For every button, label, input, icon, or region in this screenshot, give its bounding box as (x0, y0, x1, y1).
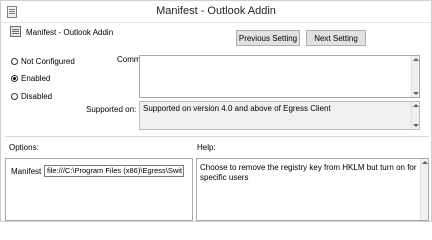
help-panel: Choose to remove the registry key from H… (196, 158, 429, 221)
scroll-up-arrow-icon[interactable] (413, 104, 419, 107)
window-title: Manifest - Outlook Addin (156, 5, 276, 17)
setting-icon (10, 26, 21, 37)
comment-textarea[interactable] (139, 55, 420, 98)
manifest-path-input[interactable]: file:///C:\Program Files (x86)\Egress\Sw… (44, 165, 184, 177)
help-text: Choose to remove the registry key from H… (200, 163, 417, 182)
section-divider (5, 136, 429, 137)
comment-scrollbar[interactable] (411, 56, 419, 97)
help-scrollbar[interactable] (420, 159, 428, 220)
scroll-down-arrow-icon[interactable] (413, 124, 419, 127)
policy-setting-window: Manifest - Outlook Addin Manifest - Outl… (0, 0, 432, 222)
supported-on-label: Supported on: (86, 105, 137, 114)
supported-on-text: Supported on version 4.0 and above of Eg… (143, 104, 331, 113)
supported-on-field: Supported on version 4.0 and above of Eg… (139, 101, 420, 130)
scroll-down-arrow-icon[interactable] (413, 92, 419, 95)
next-setting-button[interactable]: Next Setting (306, 30, 366, 46)
enabled-radio[interactable] (11, 75, 18, 82)
scroll-up-arrow-icon[interactable] (422, 161, 428, 164)
previous-setting-button[interactable]: Previous Setting (236, 30, 300, 46)
disabled-label[interactable]: Disabled (21, 92, 52, 101)
not-configured-radio[interactable] (11, 58, 18, 65)
manifest-label: Manifest (11, 167, 42, 176)
setting-title: Manifest - Outlook Addin (26, 28, 114, 37)
title-bar[interactable]: Manifest - Outlook Addin (1, 1, 431, 23)
options-label: Options: (9, 143, 39, 152)
scroll-up-arrow-icon[interactable] (413, 58, 419, 61)
enabled-label[interactable]: Enabled (21, 74, 50, 83)
not-configured-label[interactable]: Not Configured (21, 57, 75, 66)
disabled-radio[interactable] (11, 93, 18, 100)
supported-scrollbar[interactable] (411, 102, 419, 129)
help-label: Help: (197, 143, 216, 152)
